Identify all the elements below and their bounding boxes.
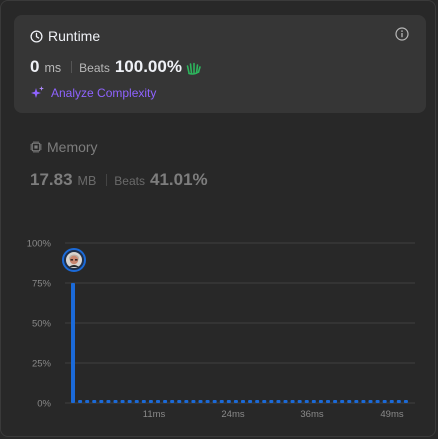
runtime-value: 0 (30, 57, 40, 76)
memory-title: Memory (47, 139, 98, 155)
chart-bar (333, 400, 338, 403)
chart-bar (141, 400, 146, 403)
chart-bar (304, 400, 309, 403)
chart-bar (403, 400, 408, 403)
info-icon[interactable] (395, 27, 409, 41)
chart-bar (269, 400, 274, 403)
chart-bar (368, 400, 373, 403)
memory-beats-value: 41.01% (149, 170, 208, 189)
chart-bar (120, 400, 125, 403)
runtime-beats-label: Beats (79, 61, 110, 75)
clap-icon (186, 62, 201, 75)
y-tick-label: 0% (37, 399, 51, 410)
chart-bar (233, 400, 238, 403)
chart-bar (276, 400, 281, 403)
chart-bar (184, 400, 189, 403)
chart-bar (248, 400, 253, 403)
memory-header[interactable]: Memory (30, 139, 98, 155)
chart-bar (297, 400, 302, 403)
chart-bar (375, 400, 380, 403)
chart-bar (134, 400, 139, 403)
runtime-values: 0 ms Beats 100.00% (30, 57, 202, 77)
chart-bar (99, 400, 104, 403)
x-tick-label: 36ms (300, 409, 323, 420)
chart-bar (92, 400, 97, 403)
chart-bar (326, 400, 330, 403)
chart-bar (226, 400, 231, 403)
chart-bar (219, 400, 224, 403)
chart-bar (106, 400, 111, 403)
sparkle-icon (31, 86, 44, 98)
chart-bar (113, 400, 118, 403)
divider (106, 174, 108, 186)
chart-bar (318, 400, 323, 403)
chart-bar (389, 400, 394, 403)
divider (71, 61, 73, 73)
chart-bar (241, 400, 245, 403)
x-tick-label: 49ms (380, 409, 403, 420)
chart-bar (163, 400, 168, 403)
chip-icon (30, 141, 42, 153)
memory-value: 17.83 (30, 170, 73, 189)
y-tick-label: 50% (32, 319, 52, 330)
chart-bar (177, 400, 182, 403)
runtime-card[interactable]: Runtime 0 ms Beats 100.00% Analyze Compl… (14, 15, 426, 113)
runtime-distribution-chart[interactable]: 100% 75% 50% 25% 0% 11ms 24ms 36ms 49ms (1, 229, 437, 429)
chart-bar (71, 283, 75, 403)
chart-bar (78, 400, 83, 403)
chart-bar (255, 400, 260, 403)
chart-bar (396, 400, 401, 403)
chart-bar (148, 400, 153, 403)
user-avatar[interactable] (62, 248, 86, 272)
runtime-unit: ms (44, 61, 62, 75)
runtime-header: Runtime (30, 28, 100, 44)
chart-bar (156, 400, 160, 403)
memory-beats-label: Beats (114, 174, 145, 188)
y-tick-label: 25% (32, 359, 52, 370)
y-tick-label: 75% (32, 279, 52, 290)
y-tick-label: 100% (27, 239, 52, 250)
clock-icon (30, 29, 43, 43)
chart-bar (127, 400, 132, 403)
chart-bar (361, 400, 366, 403)
x-tick-label: 24ms (221, 409, 244, 420)
memory-unit: MB (77, 174, 97, 188)
chart-bar (311, 400, 316, 403)
submission-panel: Runtime 0 ms Beats 100.00% Analyze Compl… (0, 0, 436, 437)
chart-bar (262, 400, 267, 403)
analyze-complexity-button[interactable]: Analyze Complexity (30, 85, 156, 100)
chart-bar (283, 400, 288, 403)
analyze-complexity-label: Analyze Complexity (51, 85, 157, 100)
chart-bar (85, 400, 90, 403)
chart-bar (198, 400, 203, 403)
chart-bar (382, 400, 387, 403)
chart-bar (205, 400, 210, 403)
runtime-beats-value: 100.00% (114, 57, 182, 76)
runtime-title: Runtime (48, 28, 101, 44)
chart-bar (354, 400, 359, 403)
chart-bar (170, 400, 175, 403)
chart-bar (191, 400, 196, 403)
memory-values: 17.83 MB Beats 41.01% (30, 170, 208, 190)
x-tick-label: 11ms (143, 409, 166, 420)
chart-bar (347, 400, 352, 403)
chart-bar (212, 400, 217, 403)
chart-bar (340, 400, 345, 403)
chart-bar (290, 400, 295, 403)
